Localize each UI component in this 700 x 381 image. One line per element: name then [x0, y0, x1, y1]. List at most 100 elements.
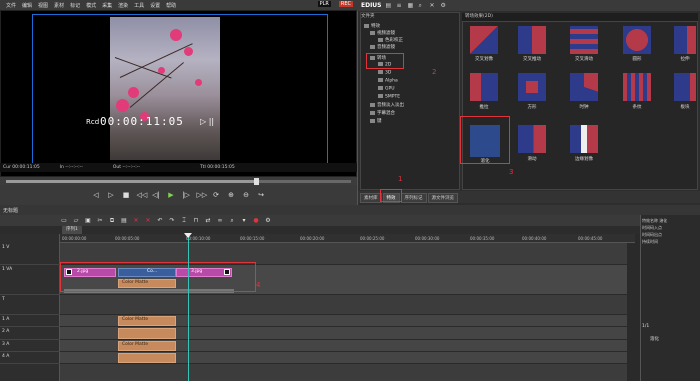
tree-item-3d[interactable]: 3D: [378, 70, 391, 76]
transition-icon[interactable]: [623, 73, 651, 101]
overwrite-button[interactable]: ⊖: [242, 191, 251, 200]
transition-icon[interactable]: [570, 26, 598, 54]
settings-icon[interactable]: ⚙: [441, 2, 448, 9]
tree-item-color-correction[interactable]: 色彩校正: [378, 37, 403, 43]
time-ruler[interactable]: [60, 234, 635, 243]
transition-icon[interactable]: [674, 73, 696, 101]
tree-item-audio-filters[interactable]: 音频滤镜: [370, 44, 395, 50]
rewind-button[interactable]: ◁◁: [137, 191, 148, 200]
sequence-tab[interactable]: 序列1: [62, 226, 82, 234]
playhead-handle[interactable]: [184, 233, 192, 238]
tree-item-smpte[interactable]: SMPTE: [378, 94, 400, 100]
track-header-a2[interactable]: 2 A: [0, 327, 60, 340]
transition-icon[interactable]: [518, 26, 546, 54]
track-header-va1[interactable]: 1 VA: [0, 265, 60, 295]
menu-view[interactable]: 视图: [38, 2, 48, 9]
status-current: Cur 00:00:11:05: [3, 165, 40, 170]
undo-icon[interactable]: ↶: [156, 217, 164, 224]
grid-icon[interactable]: ▦: [408, 2, 415, 9]
track-header-a4[interactable]: 4 A: [0, 352, 60, 364]
new-sequence-icon[interactable]: ▭: [60, 217, 68, 224]
info-effect-item[interactable]: 溶化: [650, 336, 659, 342]
marker-icon[interactable]: ▾: [240, 217, 248, 224]
menu-help[interactable]: 帮助: [166, 2, 176, 9]
insert-button[interactable]: ⊕: [227, 191, 236, 200]
fast-forward-button[interactable]: ▷▷: [197, 191, 208, 200]
step-back-button[interactable]: ◁|: [152, 191, 161, 200]
clip-color-matte[interactable]: [118, 353, 176, 363]
transition-icon[interactable]: [674, 26, 696, 54]
loop-button[interactable]: ⟳: [212, 191, 221, 200]
tab-source-browser[interactable]: 源文件浏览: [427, 193, 458, 203]
menu-marker[interactable]: 标记: [70, 2, 80, 9]
open-icon[interactable]: ▱: [72, 217, 80, 224]
track-header-t1[interactable]: T: [0, 295, 60, 315]
track-t1[interactable]: [60, 295, 635, 315]
ripple-icon[interactable]: ⇄: [204, 217, 212, 224]
menu-tools[interactable]: 工具: [134, 2, 144, 9]
menu-edit[interactable]: 编辑: [22, 2, 32, 9]
timeline-scrollbar[interactable]: [627, 243, 635, 381]
menu-capture[interactable]: 采集: [102, 2, 112, 9]
playhead[interactable]: [188, 234, 189, 381]
tree-item-effects[interactable]: 特效: [364, 23, 380, 29]
zoom-icon[interactable]: ⌕: [228, 217, 236, 225]
tree-item-audio-fade[interactable]: 音频淡入淡出: [370, 102, 404, 108]
tree-item-video-filters[interactable]: 视频滤镜: [370, 30, 395, 36]
folder-icon: [370, 110, 375, 115]
clip-color-matte[interactable]: Color Matte: [118, 341, 176, 351]
menu-settings[interactable]: 设置: [150, 2, 160, 9]
tree-item-gpu[interactable]: GPU: [378, 86, 395, 92]
tree-item-alpha[interactable]: Alpha: [378, 78, 398, 84]
step-forward-button[interactable]: |▷: [182, 191, 191, 200]
snap-icon[interactable]: ⊓: [192, 217, 200, 224]
split-icon[interactable]: ⌶: [180, 217, 188, 225]
tab-bin[interactable]: 素材库: [360, 193, 382, 203]
menu-file[interactable]: 文件: [6, 2, 16, 9]
player-badge[interactable]: PLR: [317, 1, 331, 7]
record-icon[interactable]: ●: [252, 217, 260, 224]
paste-icon[interactable]: ▤: [120, 217, 128, 224]
cut-icon[interactable]: ✂: [96, 217, 104, 224]
transition-icon[interactable]: [570, 73, 598, 101]
play-button[interactable]: ▶: [167, 191, 176, 200]
list-icon[interactable]: ≡: [397, 2, 404, 9]
info-row: 时间码出点: [642, 232, 662, 237]
close-icon[interactable]: ✕: [430, 2, 437, 9]
scrub-handle[interactable]: [254, 178, 260, 185]
delete-icon[interactable]: ✕: [132, 217, 140, 224]
ripple-delete-icon[interactable]: ✕: [144, 217, 152, 224]
tree-item-keyers[interactable]: 键: [370, 118, 382, 124]
transition-icon[interactable]: [470, 73, 498, 101]
link-icon[interactable]: ∞: [216, 217, 224, 224]
track-header-a1[interactable]: 1 A: [0, 315, 60, 327]
recorder-badge[interactable]: REC: [338, 1, 353, 7]
tab-sequence-markers[interactable]: 序列标记: [400, 193, 427, 203]
track-header-a3[interactable]: 3 A: [0, 340, 60, 352]
stop-button[interactable]: ■: [122, 191, 131, 200]
copy-icon[interactable]: ⧉: [108, 217, 116, 225]
mark-out-button[interactable]: ▷: [107, 191, 116, 200]
folder-icon[interactable]: ▤: [386, 2, 393, 9]
transition-icon[interactable]: [518, 73, 546, 101]
transition-icon[interactable]: [518, 125, 546, 153]
redo-icon[interactable]: ↷: [168, 217, 176, 224]
transition-icon[interactable]: [570, 125, 598, 153]
export-button[interactable]: ↪: [257, 191, 266, 200]
transition-icon[interactable]: [470, 26, 498, 54]
save-icon[interactable]: ▣: [84, 217, 92, 224]
effects-titlebar: EDIUS ▤ ≡ ▦ ⌕ ✕ ⚙: [357, 0, 700, 11]
track-header-v1[interactable]: 1 V: [0, 243, 60, 265]
transition-icon[interactable]: [623, 26, 651, 54]
menu-render[interactable]: 渲染: [118, 2, 128, 9]
menu-clip[interactable]: 素材: [54, 2, 64, 9]
settings-icon[interactable]: ⚙: [264, 217, 272, 224]
clip-color-matte[interactable]: [118, 328, 176, 339]
thumb-label: 圆形: [632, 57, 642, 62]
mark-in-button[interactable]: ◁: [92, 191, 101, 200]
tree-item-title-mix[interactable]: 字幕混合: [370, 110, 395, 116]
clip-color-matte[interactable]: Color Matte: [118, 316, 176, 326]
search-icon[interactable]: ⌕: [419, 2, 426, 9]
thumbs-header: 转场效果(2D): [462, 13, 698, 21]
menu-mode[interactable]: 模式: [86, 2, 96, 9]
